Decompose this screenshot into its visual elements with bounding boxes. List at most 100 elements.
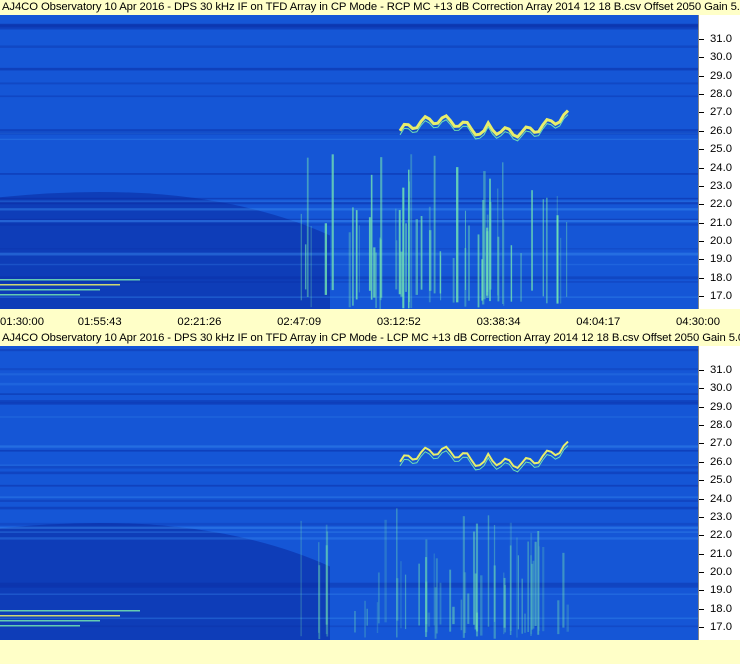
chart-title-rcp: AJ4CO Observatory 10 Apr 2016 - DPS 30 k… bbox=[2, 1, 740, 13]
burst-streak bbox=[477, 234, 480, 308]
burst-streak bbox=[509, 545, 512, 636]
burst-streak bbox=[404, 574, 407, 630]
burst-streak bbox=[456, 167, 459, 303]
burst-streak bbox=[531, 190, 533, 291]
y-tick-label: 26.0 bbox=[710, 124, 732, 137]
y-tick-label: 31.0 bbox=[710, 363, 732, 376]
burst-streak bbox=[467, 225, 470, 301]
burst-streak bbox=[527, 541, 529, 633]
burst-streak bbox=[375, 252, 377, 308]
spectral-band bbox=[0, 506, 698, 510]
spectral-band bbox=[0, 82, 698, 85]
burst-streak bbox=[439, 251, 442, 294]
spectral-band bbox=[0, 445, 698, 448]
y-tick-label: 30.0 bbox=[710, 382, 732, 395]
spectral-band bbox=[0, 129, 698, 132]
y-tick bbox=[699, 590, 704, 592]
spectral-band bbox=[0, 201, 698, 205]
y-tick-label: 29.0 bbox=[710, 69, 732, 82]
y-tick bbox=[699, 130, 704, 132]
burst-streak bbox=[439, 582, 442, 625]
y-axis-rcp: 31.0 30.0 29.0 28.0 27.0 26.0 25.0 24.0 23.0 22.0… bbox=[698, 15, 740, 309]
burst-streak bbox=[542, 199, 544, 297]
burst-streak bbox=[534, 541, 537, 626]
y-tick-label: 30.0 bbox=[710, 51, 732, 64]
spectral-band bbox=[0, 373, 698, 376]
burst-streak bbox=[487, 515, 490, 627]
y-tick bbox=[699, 406, 704, 408]
y-tick-label: 22.0 bbox=[710, 529, 732, 542]
burst-streak bbox=[452, 606, 455, 625]
y-tick bbox=[699, 57, 704, 59]
spectral-band bbox=[0, 138, 698, 141]
y-tick bbox=[699, 167, 704, 169]
burst-streak bbox=[517, 555, 519, 630]
burst-streak bbox=[530, 532, 533, 635]
y-tick-label: 28.0 bbox=[710, 88, 732, 100]
y-tick-label: 23.0 bbox=[710, 179, 732, 192]
y-tick-label: 21.0 bbox=[710, 216, 732, 229]
burst-streak bbox=[373, 247, 376, 298]
spectral-band bbox=[0, 218, 698, 220]
burst-streak bbox=[331, 154, 334, 291]
burst-streak bbox=[560, 237, 562, 304]
y-tick bbox=[699, 553, 704, 555]
spectral-band bbox=[0, 220, 698, 223]
rfi-line bbox=[0, 625, 80, 627]
y-tick-label: 17.0 bbox=[710, 290, 732, 303]
spectral-band bbox=[0, 416, 698, 418]
y-tick-label: 29.0 bbox=[710, 400, 732, 413]
burst-streak bbox=[424, 557, 428, 637]
burst-streak bbox=[380, 157, 383, 298]
burst-streak bbox=[368, 217, 371, 291]
burst-streak bbox=[306, 157, 309, 297]
burst-streak bbox=[452, 257, 455, 303]
y-tick bbox=[699, 222, 704, 224]
burst-streak bbox=[405, 223, 407, 292]
rfi-line bbox=[0, 294, 80, 296]
burst-streak bbox=[546, 197, 548, 304]
spectral-band bbox=[0, 537, 698, 540]
spectral-band bbox=[0, 465, 698, 469]
rfi-line bbox=[0, 284, 120, 286]
spectral-band bbox=[0, 617, 698, 620]
burst-streak bbox=[489, 202, 492, 290]
y-tick bbox=[699, 516, 704, 518]
rfi-line bbox=[0, 620, 100, 622]
spectrogram-panel-rcp: AJ4CO Observatory 10 Apr 2016 - DPS 30 k… bbox=[0, 0, 740, 330]
spectral-band bbox=[0, 471, 698, 475]
burst-streak bbox=[395, 508, 398, 638]
burst-streak bbox=[493, 525, 496, 622]
spectral-band bbox=[0, 173, 698, 175]
burst-streak bbox=[516, 537, 518, 638]
x-axis-rcp: 01:30:00 01:55:43 02:21:26 02:47:09 03:12:52… bbox=[0, 309, 740, 329]
y-tick bbox=[699, 572, 704, 573]
burst-streak bbox=[408, 181, 410, 303]
burst-streak bbox=[300, 520, 302, 637]
y-tick bbox=[699, 94, 704, 95]
burst-streak bbox=[557, 600, 560, 635]
x-tick-label: 01:30:00 bbox=[0, 316, 44, 328]
burst-streak bbox=[325, 545, 328, 625]
spectral-band bbox=[0, 368, 698, 371]
burst-streak bbox=[398, 210, 401, 295]
y-tick bbox=[699, 259, 704, 261]
spectral-band bbox=[0, 526, 698, 529]
y-tick bbox=[699, 498, 704, 500]
spectrogram-svg-lcp bbox=[0, 346, 698, 640]
burst-streak bbox=[377, 572, 380, 624]
y-tick-label: 17.0 bbox=[710, 621, 732, 634]
burst-streak bbox=[324, 223, 328, 295]
y-tick-label: 20.0 bbox=[710, 566, 732, 578]
burst-streak bbox=[420, 216, 423, 290]
spectral-band bbox=[0, 24, 698, 28]
burst-streak bbox=[402, 187, 405, 309]
rfi-line bbox=[0, 289, 100, 291]
y-tick-label: 19.0 bbox=[710, 584, 732, 597]
burst-streak bbox=[358, 225, 360, 293]
burst-streak bbox=[475, 523, 479, 632]
spectral-band bbox=[0, 499, 698, 502]
spectrogram-plot-lcp bbox=[0, 346, 698, 640]
burst-streak bbox=[428, 206, 431, 303]
burst-streak bbox=[542, 546, 545, 632]
